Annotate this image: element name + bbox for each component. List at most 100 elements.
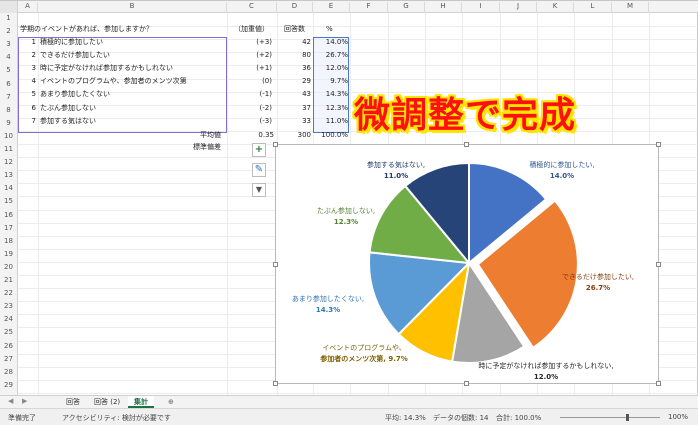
row-header-2[interactable]: 2 bbox=[0, 27, 17, 35]
resize-handle-tl[interactable] bbox=[273, 142, 278, 147]
column-header-e[interactable]: E bbox=[313, 2, 350, 13]
cell-avg-value[interactable]: 0.35 bbox=[240, 129, 274, 141]
accessibility-status[interactable]: アクセシビリティ: 検討が必要です bbox=[62, 413, 171, 423]
row-header-28[interactable]: 28 bbox=[0, 368, 17, 376]
cell-item-count[interactable]: 33 bbox=[278, 115, 311, 127]
column-header-d[interactable]: D bbox=[277, 2, 313, 13]
row-header-10[interactable]: 10 bbox=[0, 132, 17, 140]
cell-d1-count-header[interactable]: 回答数 bbox=[284, 23, 305, 35]
resize-handle-mr[interactable] bbox=[656, 262, 661, 267]
resize-handle-tr[interactable] bbox=[656, 142, 661, 147]
cell-item-number[interactable]: 3 bbox=[20, 62, 36, 74]
chart-styles-button[interactable]: ✎ bbox=[252, 163, 266, 177]
cell-item-pct[interactable]: 11.0% bbox=[314, 115, 348, 127]
row-header-12[interactable]: 12 bbox=[0, 158, 17, 166]
cell-item-number[interactable]: 7 bbox=[20, 115, 36, 127]
cell-item-weight[interactable]: (0) bbox=[240, 75, 272, 87]
row-header-1[interactable]: 1 bbox=[0, 14, 17, 22]
cell-item-pct[interactable]: 12.3% bbox=[314, 102, 348, 114]
pie-chart-area[interactable]: 積極的に参加したい, 14.0% できるだけ参加したい, 26.7% 時に予定がなければ… bbox=[273, 142, 661, 386]
tab-kaitou-2[interactable]: 回答 (2) bbox=[88, 396, 126, 408]
chart-filter-button[interactable]: ▼ bbox=[252, 183, 266, 197]
cell-item-label[interactable]: 積極的に参加したい bbox=[40, 36, 103, 48]
cell-total-count[interactable]: 300 bbox=[278, 129, 311, 141]
cell-item-count[interactable]: 37 bbox=[278, 102, 311, 114]
resize-handle-tc[interactable] bbox=[464, 142, 469, 147]
cell-item-weight[interactable]: (-1) bbox=[240, 88, 272, 100]
cell-item-weight[interactable]: (-3) bbox=[240, 115, 272, 127]
row-header-14[interactable]: 14 bbox=[0, 184, 17, 192]
cell-item-number[interactable]: 5 bbox=[20, 88, 36, 100]
column-header-m[interactable]: M bbox=[612, 2, 649, 13]
row-header-16[interactable]: 16 bbox=[0, 211, 17, 219]
cell-item-pct[interactable]: 9.7% bbox=[314, 75, 348, 87]
row-header-21[interactable]: 21 bbox=[0, 276, 17, 284]
tab-scroll-left-icon[interactable]: ◀ bbox=[8, 397, 13, 405]
cell-item-count[interactable]: 80 bbox=[278, 49, 311, 61]
add-sheet-icon[interactable]: ⊕ bbox=[162, 396, 180, 408]
cell-item-count[interactable]: 29 bbox=[278, 75, 311, 87]
row-header-23[interactable]: 23 bbox=[0, 302, 17, 310]
cell-item-count[interactable]: 36 bbox=[278, 62, 311, 74]
cell-item-pct[interactable]: 14.3% bbox=[314, 88, 348, 100]
cell-item-weight[interactable]: (+3) bbox=[240, 36, 272, 48]
cell-b1-question[interactable]: 学期のイベントがあれば、参加しますか？ bbox=[20, 23, 153, 35]
resize-handle-bl[interactable] bbox=[273, 381, 278, 386]
column-header-b[interactable]: B bbox=[38, 2, 227, 13]
cell-total-pct[interactable]: 100.0% bbox=[314, 129, 348, 141]
cell-item-label[interactable]: たぶん参加しない bbox=[40, 102, 96, 114]
row-header-9[interactable]: 9 bbox=[0, 119, 17, 127]
cell-item-number[interactable]: 2 bbox=[20, 49, 36, 61]
resize-handle-bc[interactable] bbox=[464, 381, 469, 386]
cell-item-pct[interactable]: 14.0% bbox=[314, 36, 348, 48]
cell-item-label[interactable]: イベントのプログラムや、参加者のメンツ次第 bbox=[40, 75, 187, 87]
row-header-22[interactable]: 22 bbox=[0, 289, 17, 297]
row-header-6[interactable]: 6 bbox=[0, 80, 17, 88]
zoom-slider-thumb[interactable] bbox=[626, 414, 629, 421]
row-header-19[interactable]: 19 bbox=[0, 250, 17, 258]
column-header-k[interactable]: K bbox=[537, 2, 574, 13]
row-header-25[interactable]: 25 bbox=[0, 328, 17, 336]
row-header-29[interactable]: 29 bbox=[0, 381, 17, 389]
column-header-f[interactable]: F bbox=[350, 2, 388, 13]
cell-item-pct[interactable]: 12.0% bbox=[314, 62, 348, 74]
row-header-17[interactable]: 17 bbox=[0, 224, 17, 232]
row-header-11[interactable]: 11 bbox=[0, 145, 17, 153]
row-header-3[interactable]: 3 bbox=[0, 40, 17, 48]
cell-e1-pct-header[interactable]: % bbox=[326, 23, 333, 35]
zoom-level[interactable]: 100% bbox=[668, 413, 688, 421]
row-header-7[interactable]: 7 bbox=[0, 93, 17, 101]
resize-handle-br[interactable] bbox=[656, 381, 661, 386]
column-header-c[interactable]: C bbox=[227, 2, 277, 13]
column-header-i[interactable]: I bbox=[462, 2, 500, 13]
cell-item-count[interactable]: 42 bbox=[278, 36, 311, 48]
tab-kaitou[interactable]: 回答 bbox=[60, 396, 86, 408]
cell-item-label[interactable]: できるだけ参加したい bbox=[40, 49, 110, 61]
row-header-24[interactable]: 24 bbox=[0, 315, 17, 323]
column-header-h[interactable]: H bbox=[425, 2, 462, 13]
cell-sd-label[interactable]: 標準偏差 bbox=[193, 141, 221, 153]
cell-item-pct[interactable]: 26.7% bbox=[314, 49, 348, 61]
cell-c1-weight-header[interactable]: （加重値） bbox=[234, 23, 269, 35]
cell-item-label[interactable]: あまり参加したくない bbox=[40, 88, 110, 100]
cell-item-count[interactable]: 43 bbox=[278, 88, 311, 100]
resize-handle-ml[interactable] bbox=[273, 262, 278, 267]
row-header-20[interactable]: 20 bbox=[0, 263, 17, 271]
row-header-13[interactable]: 13 bbox=[0, 171, 17, 179]
cell-item-number[interactable]: 1 bbox=[20, 36, 36, 48]
row-header-15[interactable]: 15 bbox=[0, 197, 17, 205]
tab-shuukei[interactable]: 集計 bbox=[128, 396, 154, 408]
row-header-5[interactable]: 5 bbox=[0, 66, 17, 74]
cell-item-weight[interactable]: (+1) bbox=[240, 62, 272, 74]
row-header-8[interactable]: 8 bbox=[0, 106, 17, 114]
tab-scroll-right-icon[interactable]: ▶ bbox=[22, 397, 27, 405]
cell-item-label[interactable]: 参加する気はない bbox=[40, 115, 96, 127]
row-header-26[interactable]: 26 bbox=[0, 342, 17, 350]
cell-item-label[interactable]: 時に予定がなければ参加するかもしれない bbox=[40, 62, 173, 74]
cell-item-number[interactable]: 4 bbox=[20, 75, 36, 87]
column-header-a[interactable]: A bbox=[18, 2, 38, 13]
cell-item-weight[interactable]: (-2) bbox=[240, 102, 272, 114]
column-header-j[interactable]: J bbox=[500, 2, 537, 13]
chart-elements-button[interactable]: + bbox=[252, 143, 266, 157]
row-header-27[interactable]: 27 bbox=[0, 355, 17, 363]
